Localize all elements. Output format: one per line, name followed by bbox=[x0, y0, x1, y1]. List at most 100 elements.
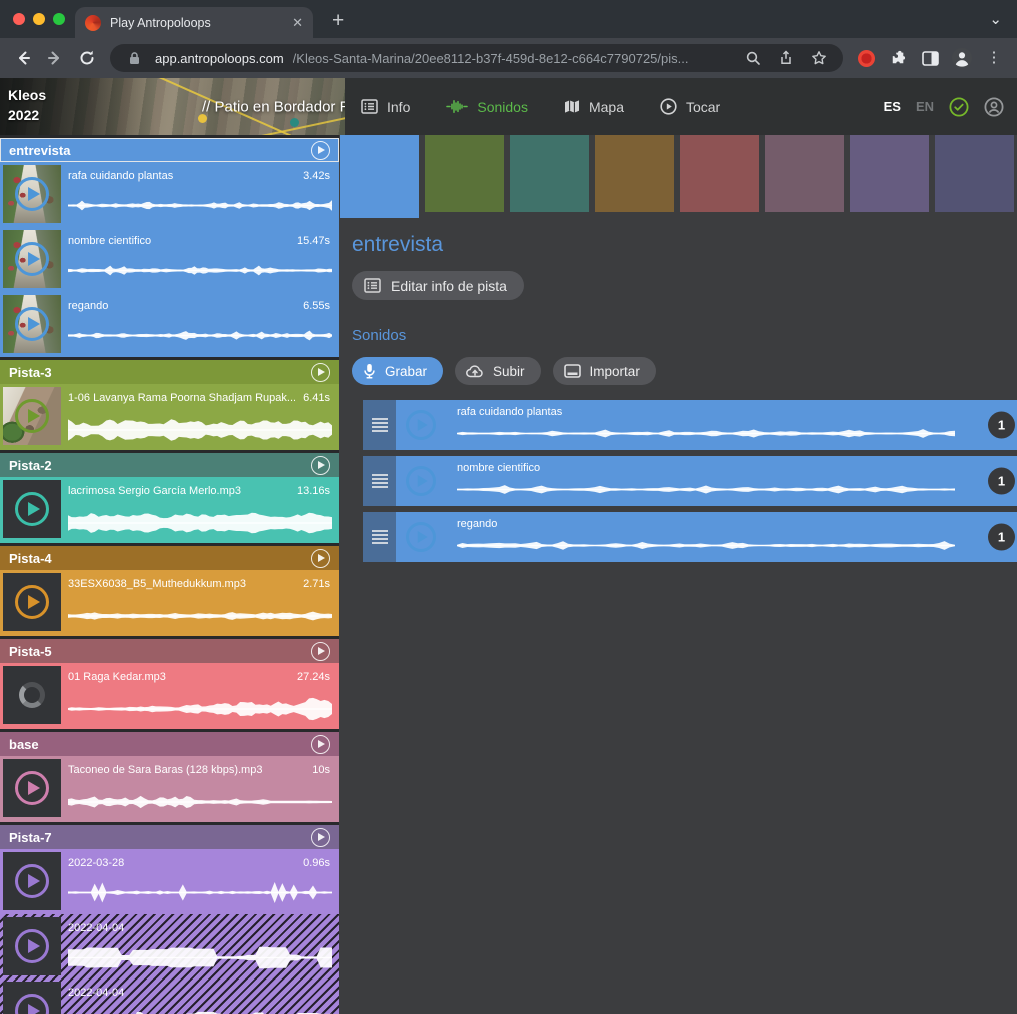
track-header[interactable]: base bbox=[0, 732, 339, 756]
sound-thumbnail[interactable] bbox=[3, 573, 61, 631]
tab-search-chevron-icon[interactable]: ⌄ bbox=[989, 10, 1002, 28]
zoom-search-icon[interactable] bbox=[741, 46, 765, 70]
language-en[interactable]: EN bbox=[916, 99, 934, 114]
sound-thumbnail[interactable] bbox=[3, 480, 61, 538]
sidebar-sound[interactable]: rafa cuidando plantas 3.42s bbox=[0, 162, 339, 227]
nav-mapa[interactable]: Mapa bbox=[564, 99, 624, 115]
track-color-swatch[interactable] bbox=[425, 135, 504, 212]
sidebar-sound[interactable]: 01 Raga Kedar.mp3 27.24s bbox=[0, 663, 339, 729]
app-body: entrevista rafa cuidando plantas 3.42s n… bbox=[0, 135, 1017, 1014]
sidebar-sound[interactable]: lacrimosa Sergio García Merlo.mp3 13.16s bbox=[0, 477, 339, 543]
account-icon[interactable] bbox=[984, 97, 1004, 117]
track-play-icon[interactable] bbox=[311, 828, 330, 847]
minimize-window-button[interactable] bbox=[33, 13, 45, 25]
language-es[interactable]: ES bbox=[884, 99, 901, 114]
track-color-swatch[interactable] bbox=[765, 135, 844, 212]
profile-avatar-icon[interactable] bbox=[947, 43, 977, 73]
track-header[interactable]: entrevista bbox=[0, 138, 339, 162]
panel-sound-row[interactable]: nombre cientifico 1 bbox=[363, 456, 1017, 506]
drag-handle[interactable] bbox=[363, 512, 396, 562]
track-color-swatch[interactable] bbox=[935, 135, 1014, 212]
track-panel: entrevista Editar info de pista Sonidos … bbox=[339, 233, 1017, 562]
sound-thumbnail[interactable] bbox=[3, 666, 61, 724]
sound-name: Taconeo de Sara Baras (128 kbps).mp3 bbox=[68, 764, 304, 776]
side-panel-icon[interactable] bbox=[915, 43, 945, 73]
import-sound-button[interactable]: Importar bbox=[553, 357, 656, 385]
url-path: /Kleos-Santa-Marina/20ee8112-b37f-459d-8… bbox=[293, 51, 732, 66]
track-play-icon[interactable] bbox=[311, 363, 330, 382]
nav-sonidos[interactable]: Sonidos bbox=[446, 99, 528, 115]
track-play-icon[interactable] bbox=[311, 141, 330, 160]
sound-thumbnail[interactable] bbox=[396, 400, 446, 450]
track-color-swatch[interactable] bbox=[680, 135, 759, 212]
track-header[interactable]: Pista-7 bbox=[0, 825, 339, 849]
browser-menu-kebab-icon[interactable]: ⋮ bbox=[979, 43, 1009, 73]
sound-waveform bbox=[457, 424, 955, 443]
play-triangle-icon bbox=[28, 1004, 40, 1014]
track-play-icon[interactable] bbox=[311, 642, 330, 661]
drag-handle[interactable] bbox=[363, 456, 396, 506]
track-sounds: 1-06 Lavanya Rama Poorna Shadjam Rupak..… bbox=[0, 384, 339, 450]
new-tab-button[interactable]: + bbox=[332, 10, 344, 31]
sound-thumbnail[interactable] bbox=[3, 917, 61, 975]
sidebar-sound[interactable]: nombre cientifico 15.47s bbox=[0, 227, 339, 292]
browser-tab[interactable]: Play Antropoloops ✕ bbox=[75, 7, 313, 38]
main-area: entrevista Editar info de pista Sonidos … bbox=[339, 135, 1017, 1014]
drag-handle[interactable] bbox=[363, 400, 396, 450]
project-logo[interactable]: Kleos 2022 bbox=[8, 85, 46, 126]
app-header: Kleos 2022 // Patio en Bordador Rodrígue… bbox=[0, 78, 1017, 135]
address-bar[interactable]: app.antropoloops.com/Kleos-Santa-Marina/… bbox=[110, 44, 843, 72]
nav-tocar[interactable]: Tocar bbox=[660, 98, 720, 115]
track-play-icon[interactable] bbox=[311, 456, 330, 475]
track-header[interactable]: Pista-4 bbox=[0, 546, 339, 570]
play-triangle-icon bbox=[418, 475, 428, 487]
upload-sound-button[interactable]: Subir bbox=[455, 357, 541, 385]
sound-thumbnail[interactable] bbox=[396, 512, 446, 562]
track-header[interactable]: Pista-3 bbox=[0, 360, 339, 384]
forward-button[interactable] bbox=[40, 43, 70, 73]
track-name: Pista-7 bbox=[9, 830, 52, 845]
antropoloops-app: Kleos 2022 // Patio en Bordador Rodrígue… bbox=[0, 78, 1017, 1014]
play-triangle-icon bbox=[28, 502, 40, 516]
track-color-swatch[interactable] bbox=[595, 135, 674, 212]
track-play-icon[interactable] bbox=[311, 735, 330, 754]
sound-thumbnail[interactable] bbox=[3, 295, 61, 353]
panel-sound-row[interactable]: rafa cuidando plantas 1 bbox=[363, 400, 1017, 450]
back-button[interactable] bbox=[8, 43, 38, 73]
share-icon[interactable] bbox=[774, 46, 798, 70]
sound-thumbnail[interactable] bbox=[3, 230, 61, 288]
edit-track-info-button[interactable]: Editar info de pista bbox=[352, 271, 524, 300]
reload-button[interactable] bbox=[72, 43, 102, 73]
track-color-swatch[interactable] bbox=[340, 135, 419, 218]
sidebar-sound[interactable]: Taconeo de Sara Baras (128 kbps).mp3 10s bbox=[0, 756, 339, 822]
sound-thumbnail[interactable] bbox=[3, 982, 61, 1014]
sidebar-sound[interactable]: 33ESX6038_B5_Muthedukkum.mp3 2.71s bbox=[0, 570, 339, 636]
sound-thumbnail[interactable] bbox=[3, 165, 61, 223]
track-color-swatch[interactable] bbox=[850, 135, 929, 212]
track-color-swatch[interactable] bbox=[510, 135, 589, 212]
sidebar-sound[interactable]: regando 6.55s bbox=[0, 292, 339, 357]
track-header[interactable]: Pista-2 bbox=[0, 453, 339, 477]
sidebar-sound[interactable]: 2022-04-04 bbox=[0, 914, 339, 979]
track-play-icon[interactable] bbox=[311, 549, 330, 568]
record-extension-icon[interactable] bbox=[851, 43, 881, 73]
close-window-button[interactable] bbox=[13, 13, 25, 25]
record-sound-button[interactable]: Grabar bbox=[352, 357, 443, 385]
sidebar-sound[interactable]: 2022-03-28 0.96s bbox=[0, 849, 339, 914]
tab-close-icon[interactable]: ✕ bbox=[292, 16, 303, 29]
panel-sound-row[interactable]: regando 1 bbox=[363, 512, 1017, 562]
track-name: Pista-3 bbox=[9, 365, 52, 380]
sound-thumbnail[interactable] bbox=[3, 759, 61, 817]
bookmark-star-icon[interactable] bbox=[807, 46, 831, 70]
maximize-window-button[interactable] bbox=[53, 13, 65, 25]
track-header[interactable]: Pista-5 bbox=[0, 639, 339, 663]
sound-thumbnail[interactable] bbox=[3, 852, 61, 910]
sidebar-sound[interactable]: 2022-04-04 bbox=[0, 979, 339, 1014]
sound-thumbnail[interactable] bbox=[3, 387, 61, 445]
extensions-puzzle-icon[interactable] bbox=[883, 43, 913, 73]
sidebar-track: Pista-3 1-06 Lavanya Rama Poorna Shadjam… bbox=[0, 360, 339, 450]
sound-thumbnail[interactable] bbox=[396, 456, 446, 506]
play-triangle-icon bbox=[28, 317, 40, 331]
sidebar-sound[interactable]: 1-06 Lavanya Rama Poorna Shadjam Rupak..… bbox=[0, 384, 339, 450]
nav-info[interactable]: Info bbox=[361, 99, 410, 115]
